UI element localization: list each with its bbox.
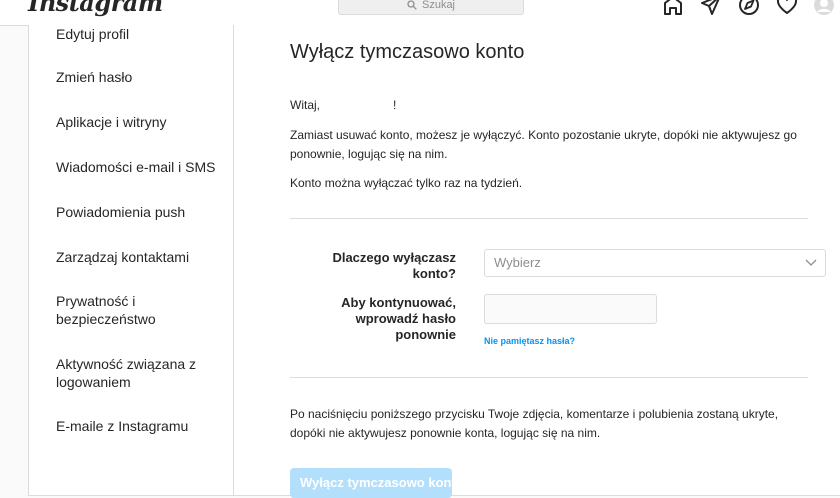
deactivate-info-text: Zamiast usuwać konto, możesz je wyłączyć… [290,128,797,161]
sidebar-item-push-notifications[interactable]: Powiadomienia push [56,203,226,221]
divider [290,377,808,378]
chevron-down-icon [805,259,817,266]
sidebar-item-manage-contacts[interactable]: Zarządzaj kontaktami [56,248,226,266]
deactivate-account-button[interactable]: Wyłącz tymczasowo konto [290,468,452,498]
direct-messages-icon[interactable] [700,0,722,16]
sidebar-item-apps-and-websites[interactable]: Aplikacje i witryny [56,113,226,131]
sidebar-item-email-and-sms[interactable]: Wiadomości e-mail i SMS [56,158,226,176]
settings-card: Edytuj profil Zmień hasło Aplikacje i wi… [28,25,840,498]
greeting-prefix: Witaj, [290,98,320,112]
explore-icon[interactable] [738,0,760,16]
reason-label: Dlaczego wyłączasz konto? [286,250,456,282]
weekly-limit-text: Konto można wyłączać tylko raz na tydzie… [290,176,523,190]
reason-label-text: Dlaczego wyłączasz konto? [332,250,456,281]
sidebar-item-edit-profile[interactable]: Edytuj profil [56,25,226,43]
activity-heart-icon[interactable] [776,0,798,16]
deactivate-account-panel: Wyłącz tymczasowo konto Witaj,! Zamiast … [234,25,840,498]
profile-avatar-icon[interactable] [813,0,835,16]
sidebar-item-change-password[interactable]: Zmień hasło [56,68,226,86]
greeting: Witaj,! [290,96,396,115]
home-icon[interactable] [662,0,684,16]
settings-sidebar: Edytuj profil Zmień hasło Aplikacje i wi… [29,25,234,495]
instagram-logo[interactable]: Instagram [28,0,163,17]
sidebar-item-privacy-and-security[interactable]: Prywatność i bezpieczeństwo [56,292,166,328]
search-input[interactable]: Szukaj [338,0,524,15]
sidebar-item-login-activity[interactable]: Aktywność związana z logowaniem [56,355,206,391]
sidebar-item-emails-from-instagram[interactable]: E-maile z Instagramu [56,417,226,435]
search-placeholder: Szukaj [421,0,456,11]
reason-select-value: Wybierz [494,255,541,270]
forgot-password-link[interactable]: Nie pamiętasz hasła? [484,336,575,346]
password-input[interactable] [484,294,657,324]
divider [290,218,808,219]
search-icon [407,0,417,10]
greeting-suffix: ! [393,98,397,112]
footer-info-text: Po naciśnięciu poniższego przycisku Twoj… [290,407,779,440]
reason-select[interactable]: Wybierz [484,249,826,277]
top-navigation-bar: Instagram Szukaj [0,0,840,26]
page-title: Wyłącz tymczasowo konto [290,41,525,63]
password-label: Aby kontynuować, wprowadź hasło ponownie [316,295,456,343]
password-label-text: Aby kontynuować, wprowadź hasło ponownie [341,295,456,342]
